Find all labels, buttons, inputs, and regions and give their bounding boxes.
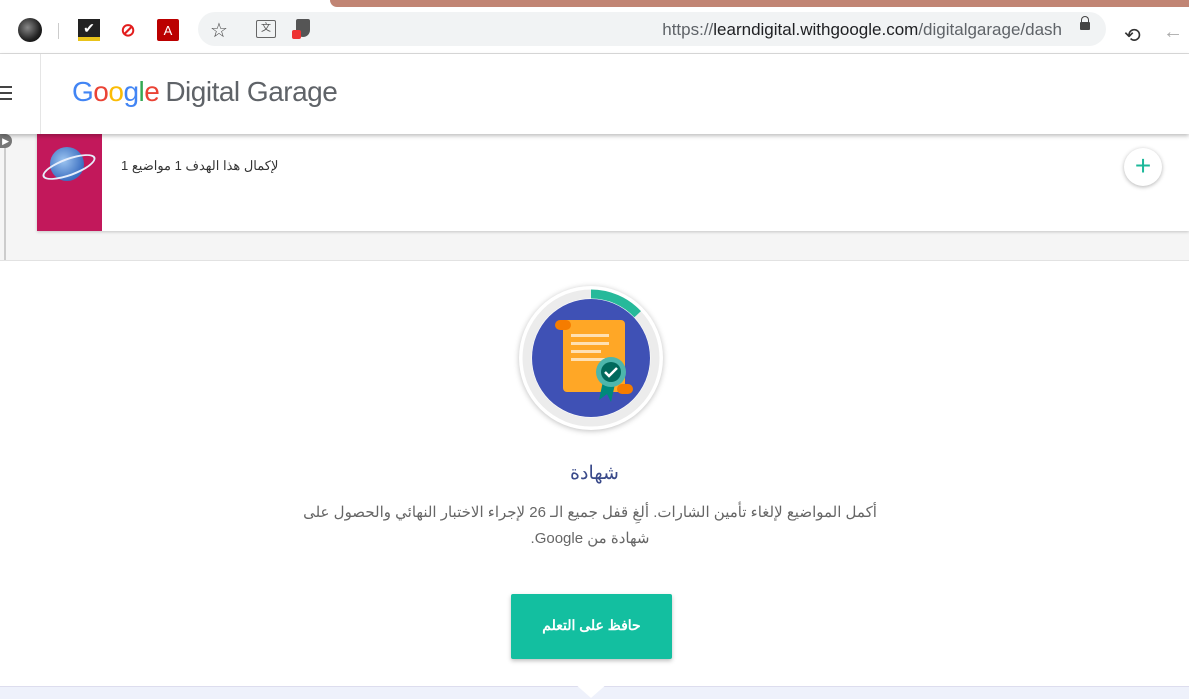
pdf-extension-icon[interactable]: A [157,19,179,41]
logo-product-name: Digital Garage [165,76,338,107]
shield-extension-icon[interactable] [292,19,310,39]
address-bar[interactable]: ☆ 文 https://learndigital.withgoogle.com/… [198,12,1106,46]
keep-learning-button[interactable]: حافظ على التعلم [511,594,672,659]
url-host: learndigital.withgoogle.com [713,20,919,39]
goal-progress-text: لإكمال هذا الهدف 1 مواضيع 1 [121,158,279,173]
checkbox-extension-icon[interactable]: ✔ [78,19,100,41]
goal-section: ▶ لإكمال هذا الهدف 1 مواضيع 1 + [0,134,1189,261]
browser-tabstrip [0,0,1189,7]
goal-card[interactable]: لإكمال هذا الهدف 1 مواضيع 1 + [37,134,1189,231]
reload-icon[interactable]: ⟲ [1124,23,1141,48]
toolbar-separator [58,23,59,39]
logo-letter: G [72,76,94,107]
site-header: Google Digital Garage [0,54,1189,134]
certificate-progress-ring [522,289,660,427]
section-notch [566,676,616,698]
browser-toolbar: ✔ ⊘ A ☆ 文 https://learndigital.withgoogl… [0,7,1189,54]
add-goal-button[interactable]: + [1124,148,1162,186]
hamburger-icon[interactable] [0,86,12,100]
certificate-badge [519,286,663,430]
play-icon[interactable]: ▶ [0,134,12,148]
profile-avatar-icon[interactable] [18,18,42,42]
no-flash-extension-icon[interactable]: ⊘ [117,19,139,41]
url-scheme: https:// [662,20,714,39]
active-tab-accent [330,0,1189,7]
translate-icon[interactable]: 文 [256,20,276,38]
url-text[interactable]: https://learndigital.withgoogle.com/digi… [662,20,1062,40]
certificate-description: أكمل المواضيع لإلغاء تأمين الشارات. ألغِ… [303,504,877,547]
logo-letter: e [144,76,160,107]
lock-icon[interactable] [1080,16,1090,30]
header-separator [40,54,41,134]
certificate-title: شهادة [570,463,619,484]
logo-letter: o [93,76,109,107]
timeline-line [4,134,6,260]
goal-thumbnail [37,134,102,231]
back-icon[interactable]: ← [1163,21,1183,44]
digital-garage-logo[interactable]: Google Digital Garage [72,76,338,108]
url-path: /digitalgarage/dash [918,20,1062,39]
star-icon[interactable]: ☆ [210,18,228,43]
logo-letter: g [123,76,139,107]
logo-letter: o [108,76,124,107]
